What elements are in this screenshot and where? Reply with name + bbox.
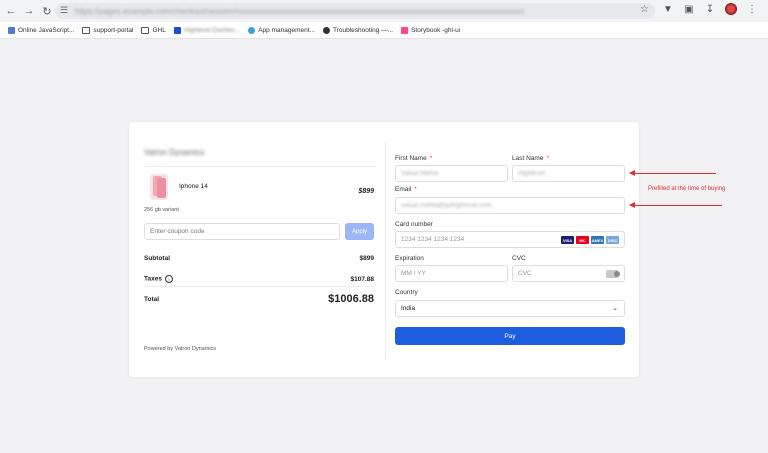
folder-icon <box>82 26 91 34</box>
gear-icon <box>248 26 256 34</box>
bookmark-star-icon[interactable]: ☆ <box>640 4 649 15</box>
card-number-label: Card number <box>395 221 433 228</box>
first-name-label: First Name * <box>395 155 433 162</box>
subtotal-value: $899 <box>359 255 374 262</box>
notion-icon <box>322 26 330 34</box>
email-field[interactable]: vatsal.mehta@gohighlevel.com <box>395 197 625 214</box>
amex-icon: AMEX <box>591 236 604 244</box>
bookmark-item[interactable]: Online JavaScript... <box>8 26 74 34</box>
app-icon <box>173 26 181 34</box>
column-divider <box>385 142 386 360</box>
bookmark-item[interactable]: support-portal <box>82 26 133 34</box>
filter-icon[interactable]: ▼ <box>662 4 674 15</box>
expiration-field[interactable]: MM / YY <box>395 265 508 282</box>
total-value: $1006.88 <box>328 293 374 305</box>
cvc-label: CVC <box>512 255 526 262</box>
reload-icon[interactable]: ↻ <box>40 4 54 18</box>
email-label: Email * <box>395 186 417 193</box>
cvc-card-icon <box>606 270 620 278</box>
product-variant: 256 gb variant <box>144 207 179 213</box>
address-bar[interactable]: ☰ https://pages.example.com/checkout/ses… <box>55 3 655 19</box>
order-summary: Vatron Dynamics Iphone 14 $899 256 gb va… <box>144 122 374 377</box>
download-icon[interactable]: ↧ <box>704 4 716 15</box>
country-label: Country <box>395 289 418 296</box>
first-name-field[interactable]: Vatsal Mehta <box>395 165 508 182</box>
mastercard-icon: MC <box>576 236 589 244</box>
profile-avatar[interactable] <box>725 3 737 15</box>
taxes-row: Taxes i $107.88 <box>144 275 374 283</box>
bookmark-item[interactable]: Troubleshooting —... <box>322 26 393 34</box>
last-name-label: Last Name * <box>512 155 549 162</box>
browser-toolbar: ← → ↻ ☰ https://pages.example.com/checko… <box>0 0 768 22</box>
merchant-name: Vatron Dynamics <box>144 148 205 157</box>
js-icon <box>8 26 15 34</box>
country-select[interactable]: India ⌄ <box>395 300 625 317</box>
extensions-icon[interactable]: ▣ <box>683 4 695 15</box>
site-settings-icon[interactable]: ☰ <box>60 5 68 16</box>
product-price: $899 <box>358 188 374 195</box>
checkout-card: Vatron Dynamics Iphone 14 $899 256 gb va… <box>129 122 639 377</box>
bookmark-item[interactable]: Highlevel Dashbo... <box>173 26 240 34</box>
taxes-label-group: Taxes i <box>144 275 173 283</box>
card-brands: VISA MC AMEX DISC <box>561 236 619 244</box>
subtotal-label: Subtotal <box>144 255 170 262</box>
total-row: Total $1006.88 <box>144 293 374 305</box>
bookmark-item[interactable]: Storybook -ghl-ui <box>401 26 460 34</box>
divider <box>144 166 374 167</box>
last-name-field[interactable]: Highlevel <box>512 165 625 182</box>
coupon-input[interactable]: Enter coupon code <box>144 223 340 240</box>
apply-coupon-button[interactable]: Apply <box>345 223 374 240</box>
annotation-text: Prefilled at the time of buying <box>648 186 726 192</box>
product-image <box>150 174 168 200</box>
annotation-arrow-line <box>634 173 716 174</box>
divider <box>144 286 374 287</box>
back-icon[interactable]: ← <box>4 4 18 18</box>
annotation-arrow-line <box>634 205 722 206</box>
chevron-down-icon: ⌄ <box>612 305 618 312</box>
taxes-label: Taxes <box>144 275 162 283</box>
folder-icon <box>141 26 150 34</box>
bookmarks-bar: Online JavaScript... support-portal GHL … <box>0 22 768 39</box>
bookmark-item[interactable]: App management... <box>248 26 315 34</box>
url-text: https://pages.example.com/checkout/sessi… <box>75 6 525 16</box>
powered-by: Powered by Vatron Dynamics <box>144 346 217 352</box>
discover-icon: DISC <box>606 236 619 244</box>
payment-form: First Name * Vatsal Mehta Last Name * High… <box>395 122 625 377</box>
cvc-field[interactable]: CVC <box>512 265 625 282</box>
subtotal-row: Subtotal $899 <box>144 255 374 262</box>
storybook-icon <box>401 26 409 34</box>
card-number-field[interactable]: 1234 1234 1234 1234 VISA MC AMEX DISC <box>395 231 625 248</box>
total-label: Total <box>144 295 160 303</box>
forward-icon[interactable]: → <box>22 4 36 18</box>
bookmark-item[interactable]: GHL <box>141 26 166 34</box>
expiration-label: Expiration <box>395 255 424 262</box>
pay-button[interactable]: Pay <box>395 327 625 345</box>
menu-icon[interactable]: ⋮ <box>746 4 758 15</box>
info-icon[interactable]: i <box>164 275 173 283</box>
product-name: Iphone 14 <box>179 183 208 190</box>
visa-icon: VISA <box>561 236 574 244</box>
taxes-value: $107.88 <box>350 275 375 283</box>
